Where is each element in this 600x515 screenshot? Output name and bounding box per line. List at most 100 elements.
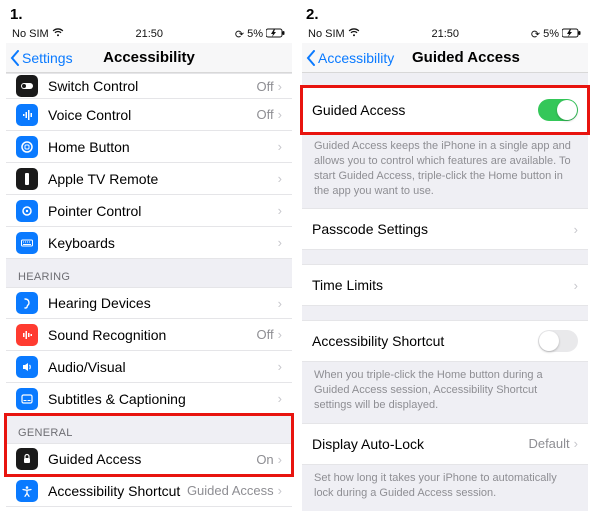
row-subtitles[interactable]: Subtitles & Captioning › xyxy=(6,383,292,415)
row-time-limits[interactable]: Time Limits › xyxy=(302,264,588,306)
row-home-button[interactable]: Home Button › xyxy=(6,131,292,163)
switch-control-icon xyxy=(16,75,38,97)
accessibility-shortcut-icon xyxy=(16,480,38,502)
row-value: On xyxy=(256,452,273,467)
chevron-right-icon: › xyxy=(278,107,282,122)
carrier-label: No SIM xyxy=(308,28,345,40)
chevron-right-icon: › xyxy=(278,327,282,342)
chevron-right-icon: › xyxy=(278,139,282,154)
sound-recognition-icon xyxy=(16,324,38,346)
chevron-right-icon: › xyxy=(574,222,578,237)
row-keyboards[interactable]: Keyboards › xyxy=(6,227,292,259)
row-guided-access-toggle[interactable]: Guided Access xyxy=(302,87,588,133)
chevron-right-icon: › xyxy=(278,171,282,186)
chevron-right-icon: › xyxy=(278,235,282,250)
status-bar: No SIM 21:50 ⟳ 5% xyxy=(6,25,292,43)
back-button[interactable]: Accessibility xyxy=(306,50,394,66)
chevron-right-icon: › xyxy=(574,436,578,451)
row-label: Sound Recognition xyxy=(48,327,257,343)
recent-icon: ⟳ xyxy=(235,28,244,41)
chevron-right-icon: › xyxy=(278,483,282,498)
row-passcode-settings[interactable]: Passcode Settings › xyxy=(302,208,588,250)
row-label: Keyboards xyxy=(48,235,278,251)
row-label: Subtitles & Captioning xyxy=(48,391,278,407)
keyboards-icon xyxy=(16,232,38,254)
audio-visual-icon xyxy=(16,356,38,378)
row-label: Time Limits xyxy=(312,277,574,293)
row-sound-recognition[interactable]: Sound Recognition Off › xyxy=(6,319,292,351)
row-hearing-devices[interactable]: Hearing Devices › xyxy=(6,287,292,319)
subtitles-icon xyxy=(16,388,38,410)
row-value: Off xyxy=(257,327,274,342)
row-value: Off xyxy=(257,79,274,94)
row-display-autolock[interactable]: Display Auto-Lock Default › xyxy=(302,423,588,465)
hearing-devices-icon xyxy=(16,292,38,314)
row-label: Switch Control xyxy=(48,78,257,94)
footer-guided-access: Guided Access keeps the iPhone in a sing… xyxy=(302,133,588,208)
back-label: Settings xyxy=(22,50,73,66)
step-number-2: 2. xyxy=(302,4,588,25)
voice-control-icon xyxy=(16,104,38,126)
back-label: Accessibility xyxy=(318,50,394,66)
row-audio-visual[interactable]: Audio/Visual › xyxy=(6,351,292,383)
battery-percent: 5% xyxy=(543,28,559,40)
carrier-label: No SIM xyxy=(12,28,49,40)
screenshot-2: No SIM 21:50 ⟳ 5% Accessibility xyxy=(302,25,588,511)
row-label: Guided Access xyxy=(48,451,256,467)
clock: 21:50 xyxy=(136,28,164,40)
group-header-general: GENERAL xyxy=(6,415,292,443)
row-label: Accessibility Shortcut xyxy=(48,483,180,499)
nav-bar: Settings Accessibility xyxy=(6,43,292,73)
guided-access-icon xyxy=(16,448,38,470)
battery-percent: 5% xyxy=(247,28,263,40)
pointer-control-icon xyxy=(16,200,38,222)
nav-bar: Accessibility Guided Access xyxy=(302,43,588,73)
row-label: Pointer Control xyxy=(48,203,278,219)
row-label: Hearing Devices xyxy=(48,295,278,311)
row-switch-control[interactable]: Switch Control Off › xyxy=(6,73,292,99)
back-button[interactable]: Settings xyxy=(10,50,73,66)
row-appletv-remote[interactable]: Apple TV Remote › xyxy=(6,163,292,195)
row-pointer-control[interactable]: Pointer Control › xyxy=(6,195,292,227)
row-value: Off xyxy=(257,107,274,122)
step-number-1: 1. xyxy=(6,4,292,25)
settings-list: Switch Control Off › Voice Control Off › xyxy=(6,73,292,507)
home-button-icon xyxy=(16,136,38,158)
row-label: Apple TV Remote xyxy=(48,171,278,187)
chevron-right-icon: › xyxy=(278,79,282,94)
wifi-icon xyxy=(348,28,360,40)
battery-icon xyxy=(562,28,582,41)
appletv-remote-icon xyxy=(16,168,38,190)
row-value: Guided Access xyxy=(186,483,273,498)
row-value: Default xyxy=(528,436,569,451)
toggle-accessibility-shortcut[interactable] xyxy=(538,330,578,352)
row-label: Home Button xyxy=(48,139,278,155)
row-accessibility-shortcut[interactable]: Accessibility Shortcut Guided Access › xyxy=(6,475,292,507)
row-label: Display Auto-Lock xyxy=(312,436,528,452)
chevron-right-icon: › xyxy=(278,391,282,406)
toggle-guided-access[interactable] xyxy=(538,99,578,121)
battery-icon xyxy=(266,28,286,41)
clock: 21:50 xyxy=(432,28,460,40)
row-label: Guided Access xyxy=(312,102,538,118)
row-label: Voice Control xyxy=(48,107,257,123)
chevron-right-icon: › xyxy=(278,203,282,218)
row-label: Passcode Settings xyxy=(312,221,574,237)
chevron-right-icon: › xyxy=(278,296,282,311)
row-label: Audio/Visual xyxy=(48,359,278,375)
footer-autolock: Set how long it takes your iPhone to aut… xyxy=(302,465,588,511)
row-label: Accessibility Shortcut xyxy=(312,333,538,349)
row-voice-control[interactable]: Voice Control Off › xyxy=(6,99,292,131)
chevron-right-icon: › xyxy=(278,452,282,467)
group-header-hearing: HEARING xyxy=(6,259,292,287)
row-guided-access[interactable]: Guided Access On › xyxy=(6,443,292,475)
guided-access-list: Guided Access Guided Access keeps the iP… xyxy=(302,73,588,511)
screenshot-1: No SIM 21:50 ⟳ 5% Settings xyxy=(6,25,292,507)
status-bar: No SIM 21:50 ⟳ 5% xyxy=(302,25,588,43)
wifi-icon xyxy=(52,28,64,40)
footer-shortcut: When you triple-click the Home button du… xyxy=(302,362,588,423)
recent-icon: ⟳ xyxy=(531,28,540,41)
row-accessibility-shortcut-toggle[interactable]: Accessibility Shortcut xyxy=(302,320,588,362)
chevron-right-icon: › xyxy=(278,359,282,374)
chevron-right-icon: › xyxy=(574,278,578,293)
